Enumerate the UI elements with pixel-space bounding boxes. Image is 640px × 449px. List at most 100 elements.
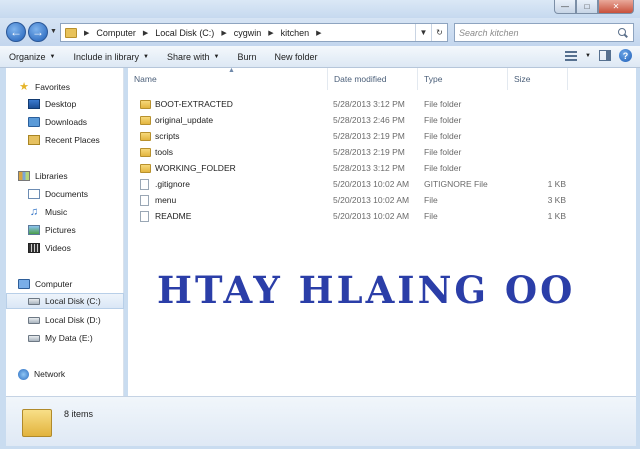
file-size: 1 KB: [547, 211, 566, 221]
file-size: [512, 144, 566, 160]
new-folder-button[interactable]: New folder: [265, 46, 326, 68]
chevron-right-icon[interactable]: ▶: [221, 29, 226, 37]
nav-favorites[interactable]: ★ Favorites: [18, 79, 136, 95]
file-type: File folder: [424, 131, 462, 141]
file-date: 5/20/2013 10:02 AM: [333, 195, 410, 205]
nav-libraries-label: Libraries: [35, 171, 68, 181]
address-bar[interactable]: ▶ Computer ▶ Local Disk (C:) ▶ cygwin ▶ …: [60, 23, 448, 42]
folder-icon: [140, 147, 151, 157]
nav-pictures-label: Pictures: [45, 225, 76, 235]
help-icon[interactable]: ?: [619, 49, 632, 62]
refresh-icon[interactable]: ↻: [431, 24, 447, 41]
nav-downloads-label: Downloads: [45, 117, 88, 127]
table-row[interactable]: scripts 5/28/2013 2:19 PM File folder: [128, 128, 578, 144]
nav-local-disk-c-label: Local Disk (C:): [45, 296, 101, 306]
breadcrumb-cygwin[interactable]: cygwin: [234, 28, 262, 38]
column-header-date[interactable]: Date modified: [328, 68, 418, 90]
nav-computer-label: Computer: [35, 279, 73, 289]
folder-icon: [140, 163, 151, 173]
network-icon: [18, 368, 29, 380]
nav-documents-label: Documents: [45, 189, 88, 199]
column-size-label: Size: [514, 74, 531, 84]
file-size: [512, 112, 566, 128]
column-header-name[interactable]: Name ▲: [128, 67, 328, 90]
folder-icon: [140, 99, 151, 109]
include-in-library-button[interactable]: Include in library ▼: [64, 46, 157, 68]
table-row[interactable]: .gitignore 5/20/2013 10:02 AM GITIGNORE …: [128, 176, 578, 192]
search-box: [454, 23, 634, 42]
address-row: ← → ▼ ▶ Computer ▶ Local Disk (C:) ▶ cyg…: [0, 18, 640, 46]
nav-recent-places-label: Recent Places: [45, 135, 100, 145]
file-size: 3 KB: [547, 195, 566, 205]
table-row[interactable]: BOOT-EXTRACTED 5/28/2013 3:12 PM File fo…: [128, 96, 578, 112]
column-header-size[interactable]: Size: [508, 68, 568, 90]
table-row[interactable]: menu 5/20/2013 10:02 AM File 3 KB: [128, 192, 578, 208]
folder-icon: [140, 131, 151, 141]
file-name-cell: tools: [140, 144, 173, 160]
file-date: 5/28/2013 3:12 PM: [333, 99, 405, 109]
folder-icon: [140, 115, 151, 125]
chevron-right-icon[interactable]: ▶: [143, 29, 148, 37]
caret-down-icon: ▼: [49, 53, 56, 60]
chevron-right-icon[interactable]: ▶: [316, 29, 321, 37]
drive-icon: [28, 316, 40, 324]
window-controls: — □ ✕: [554, 0, 634, 14]
recent-places-icon: [28, 135, 40, 145]
forward-button[interactable]: →: [28, 22, 48, 42]
breadcrumb-local-disk-c[interactable]: Local Disk (C:): [155, 28, 214, 38]
file-size: [512, 160, 566, 176]
maximize-button[interactable]: □: [576, 0, 598, 14]
column-headers: Name ▲ Date modified Type Size: [128, 67, 636, 90]
file-date: 5/20/2013 10:02 AM: [333, 211, 410, 221]
organize-button[interactable]: Organize ▼: [0, 46, 64, 68]
file-name-cell: BOOT-EXTRACTED: [140, 96, 233, 112]
file-name: tools: [155, 147, 173, 157]
chevron-right-icon[interactable]: ▶: [268, 29, 273, 37]
burn-label: Burn: [237, 51, 257, 62]
back-button[interactable]: ←: [6, 22, 26, 42]
preview-pane-icon[interactable]: [599, 50, 611, 61]
history-dropdown-icon[interactable]: ▼: [50, 28, 57, 35]
table-row[interactable]: tools 5/28/2013 2:19 PM File folder: [128, 144, 578, 160]
table-row[interactable]: WORKING_FOLDER 5/28/2013 3:12 PM File fo…: [128, 160, 578, 176]
folder-icon: [22, 409, 52, 437]
table-row[interactable]: README 5/20/2013 10:02 AM File 1 KB: [128, 208, 578, 224]
file-date: 5/28/2013 2:19 PM: [333, 131, 405, 141]
file-name: menu: [155, 195, 177, 205]
table-row[interactable]: original_update 5/28/2013 2:46 PM File f…: [128, 112, 578, 128]
nav-network[interactable]: Network: [18, 366, 136, 382]
file-name-cell: .gitignore: [140, 176, 190, 192]
burn-button[interactable]: Burn: [228, 46, 265, 68]
title-bar: — □ ✕: [0, 0, 640, 18]
libraries-icon: [18, 171, 30, 181]
search-icon[interactable]: [616, 26, 630, 40]
drive-icon: [28, 297, 40, 305]
file-name-cell: README: [140, 208, 191, 224]
share-with-button[interactable]: Share with ▼: [158, 46, 228, 68]
computer-icon: [18, 279, 30, 289]
nav-libraries[interactable]: Libraries: [18, 168, 136, 184]
nav-local-disk-c[interactable]: Local Disk (C:): [6, 293, 124, 309]
minimize-button[interactable]: —: [554, 0, 576, 14]
file-list: Name ▲ Date modified Type Size BOOT-EXTRA…: [128, 67, 636, 396]
search-input[interactable]: [455, 27, 616, 38]
desktop-icon: [28, 99, 40, 109]
file-date: 5/20/2013 10:02 AM: [333, 179, 410, 189]
views-dropdown-icon[interactable]: ▼: [585, 53, 591, 59]
breadcrumb-computer[interactable]: Computer: [96, 28, 136, 38]
folder-icon: [65, 27, 77, 38]
nav-computer[interactable]: Computer: [18, 276, 136, 292]
navigation-pane: ★ Favorites Desktop Downloads Recent Plac…: [6, 68, 124, 396]
arrow-left-icon: ←: [10, 25, 22, 39]
watermark-text: HTAY HLAING OO: [157, 268, 576, 312]
views-icon[interactable]: [565, 50, 578, 61]
nav-music-label: Music: [45, 207, 68, 217]
column-header-type[interactable]: Type: [418, 68, 508, 90]
chevron-right-icon[interactable]: ▶: [84, 29, 89, 37]
address-dropdown-icon[interactable]: ▼: [415, 24, 431, 41]
breadcrumb-kitchen[interactable]: kitchen: [281, 28, 310, 38]
close-button[interactable]: ✕: [598, 0, 634, 14]
caret-down-icon: ▼: [213, 53, 220, 60]
music-icon: ♫: [29, 206, 39, 218]
file-name: BOOT-EXTRACTED: [155, 99, 233, 109]
